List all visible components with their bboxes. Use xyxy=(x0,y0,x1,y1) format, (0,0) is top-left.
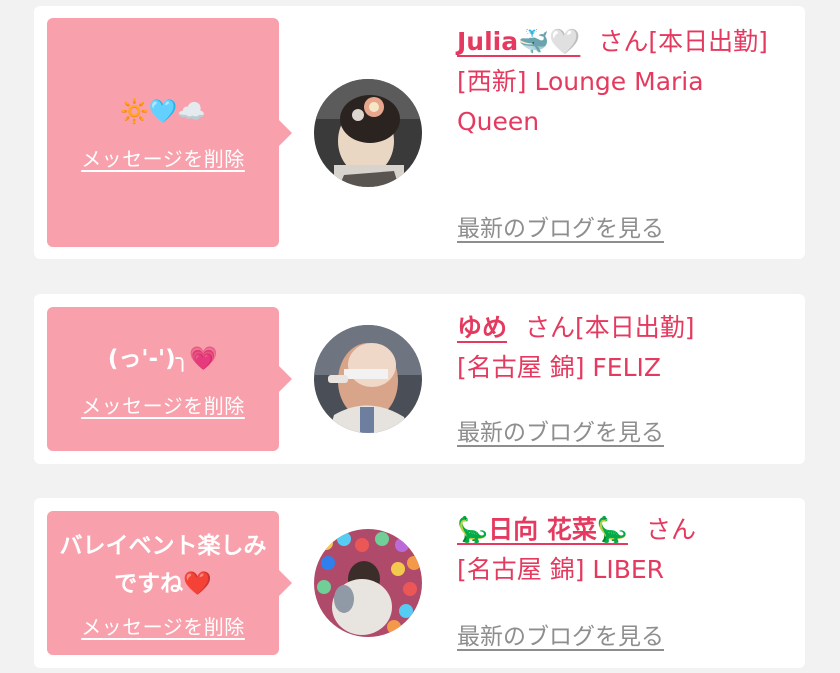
message-text: (っ'-')╮💗 xyxy=(107,345,219,372)
avatar[interactable] xyxy=(314,529,422,637)
message-bubble: 🔆🩵☁️ メッセージを削除 xyxy=(47,18,279,247)
honorific: さん xyxy=(598,27,649,56)
message-bubble: (っ'-')╮💗 メッセージを削除 xyxy=(47,307,279,451)
favorite-card: (っ'-')╮💗 メッセージを削除 ゆめ さん[本日出勤] [名古屋 錦] FEL… xyxy=(34,294,805,464)
favorite-card: バレイベント楽しみですね❤️ メッセージを削除 🦕日向 花菜🦕 さん [名古屋 錦… xyxy=(34,498,805,668)
latest-blog-link[interactable]: 最新のブログを見る xyxy=(457,413,664,447)
shop-name: [名古屋 錦] LIBER xyxy=(457,555,665,584)
attendance-status: [本日出勤] xyxy=(648,27,768,56)
message-text: バレイベント楽しみですね❤️ xyxy=(59,532,267,597)
honorific: さん xyxy=(525,313,576,342)
message-text: 🔆🩵☁️ xyxy=(120,99,206,125)
cast-info: 🦕日向 花菜🦕 さん [名古屋 錦] LIBER xyxy=(457,510,792,590)
honorific: さん xyxy=(645,515,696,544)
delete-message-link[interactable]: メッセージを削除 xyxy=(81,143,245,172)
cast-name-link[interactable]: 🦕日向 花菜🦕 xyxy=(457,515,628,544)
attendance-status: [本日出勤] xyxy=(575,313,695,342)
delete-message-link[interactable]: メッセージを削除 xyxy=(81,390,245,419)
favorite-card: 🔆🩵☁️ メッセージを削除 Julia🐳🤍 さん[本日出勤] [西新] Loung… xyxy=(34,6,805,259)
avatar[interactable] xyxy=(314,79,422,187)
cast-info: ゆめ さん[本日出勤] [名古屋 錦] FELIZ xyxy=(457,308,792,388)
cast-name-link[interactable]: ゆめ xyxy=(457,313,507,342)
message-bubble: バレイベント楽しみですね❤️ メッセージを削除 xyxy=(47,511,279,655)
shop-name: [名古屋 錦] FELIZ xyxy=(457,353,662,382)
delete-message-link[interactable]: メッセージを削除 xyxy=(81,611,245,640)
latest-blog-link[interactable]: 最新のブログを見る xyxy=(457,209,664,243)
cast-name-link[interactable]: Julia🐳🤍 xyxy=(457,27,580,56)
avatar[interactable] xyxy=(314,325,422,433)
cast-info: Julia🐳🤍 さん[本日出勤] [西新] Lounge Maria Queen xyxy=(457,22,792,142)
shop-name: [西新] Lounge Maria Queen xyxy=(457,67,704,136)
latest-blog-link[interactable]: 最新のブログを見る xyxy=(457,617,664,651)
